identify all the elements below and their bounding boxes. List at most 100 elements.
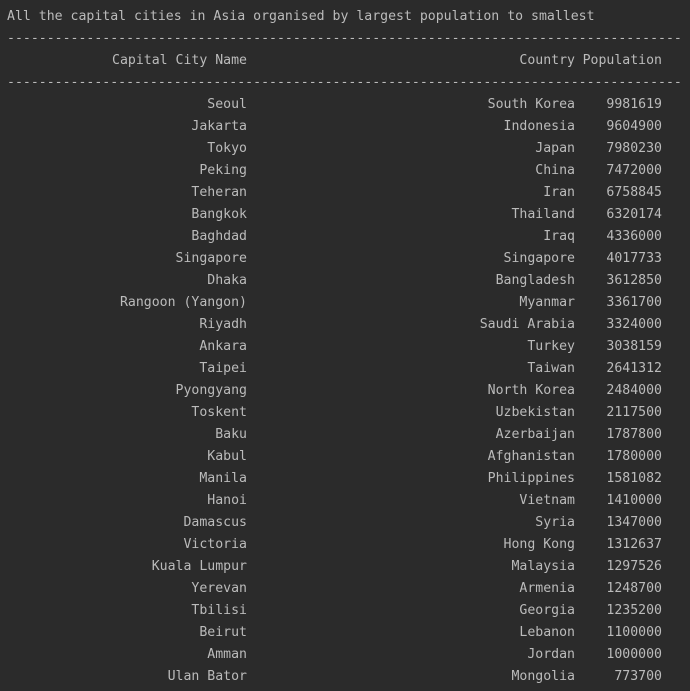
cell-population: 9604900 <box>606 119 662 134</box>
cell-city: Tbilisi <box>191 603 247 618</box>
header-city: Capital City Name <box>112 53 247 68</box>
cell-city: Ankara <box>199 339 247 354</box>
cell-country: Hong Kong <box>503 537 575 552</box>
cell-country: Bangladesh <box>495 273 575 288</box>
cell-city: Pyongyang <box>175 383 247 398</box>
cell-city: Baku <box>215 427 247 442</box>
cell-city: Singapore <box>175 251 247 266</box>
cell-city: Jakarta <box>191 119 247 134</box>
table-row: Amman Jordan 1000000 <box>0 644 690 666</box>
cell-country: Afghanistan <box>487 449 575 464</box>
cell-city: Victoria <box>183 537 247 552</box>
cell-country: Indonesia <box>503 119 575 134</box>
cell-population: 1787800 <box>606 427 662 442</box>
cell-population: 9981619 <box>606 97 662 112</box>
cell-city: Damascus <box>183 515 247 530</box>
cell-country: Taiwan <box>527 361 575 376</box>
cell-population: 2117500 <box>606 405 662 420</box>
cell-population: 3361700 <box>606 295 662 310</box>
cell-city: Seoul <box>207 97 247 112</box>
cell-country: Japan <box>535 141 575 156</box>
cell-city: Kabul <box>207 449 247 464</box>
cell-country: Iran <box>543 185 575 200</box>
cell-population: 1581082 <box>606 471 662 486</box>
cell-country: Philippines <box>487 471 575 486</box>
cell-city: Beirut <box>199 625 247 640</box>
divider-header: ----------------------------------------… <box>7 75 682 90</box>
cell-population: 6320174 <box>606 207 662 222</box>
cell-country: Saudi Arabia <box>479 317 575 332</box>
header-population: Population <box>582 53 662 68</box>
cell-country: Azerbaijan <box>495 427 575 442</box>
header-row: Capital City Name Country Population <box>0 50 690 72</box>
cell-population: 4336000 <box>606 229 662 244</box>
table-row: Tokyo Japan 7980230 <box>0 138 690 160</box>
cell-population: 1100000 <box>606 625 662 640</box>
cell-city: Amman <box>207 647 247 662</box>
cell-population: 7980230 <box>606 141 662 156</box>
table-row: Yerevan Armenia 1248700 <box>0 578 690 600</box>
cell-city: Bangkok <box>191 207 247 222</box>
table-row: Kabul Afghanistan 1780000 <box>0 446 690 468</box>
table-row: Tbilisi Georgia 1235200 <box>0 600 690 622</box>
table-row: Baghdad Iraq 4336000 <box>0 226 690 248</box>
table-row: Ulan Bator Mongolia 773700 <box>0 666 690 688</box>
cell-country: Malaysia <box>511 559 575 574</box>
cell-country: Turkey <box>527 339 575 354</box>
cell-population: 1297526 <box>606 559 662 574</box>
cell-population: 1000000 <box>606 647 662 662</box>
console-output[interactable]: All the capital cities in Asia organised… <box>0 0 690 691</box>
cell-country: Iraq <box>543 229 575 244</box>
cell-population: 1235200 <box>606 603 662 618</box>
table-row: Dhaka Bangladesh 3612850 <box>0 270 690 292</box>
cell-population: 1347000 <box>606 515 662 530</box>
cell-population: 7472000 <box>606 163 662 178</box>
table-row: Taipei Taiwan 2641312 <box>0 358 690 380</box>
output-title: All the capital cities in Asia organised… <box>7 9 595 24</box>
cell-population: 773700 <box>614 669 662 684</box>
table-row: Riyadh Saudi Arabia 3324000 <box>0 314 690 336</box>
table-row: Pyongyang North Korea 2484000 <box>0 380 690 402</box>
table-row: Victoria Hong Kong 1312637 <box>0 534 690 556</box>
cell-population: 4017733 <box>606 251 662 266</box>
cell-country: Syria <box>535 515 575 530</box>
table-row: Ankara Turkey 3038159 <box>0 336 690 358</box>
cell-country: Georgia <box>519 603 575 618</box>
table-row: Hanoi Vietnam 1410000 <box>0 490 690 512</box>
cell-country: China <box>535 163 575 178</box>
table-row: Baku Azerbaijan 1787800 <box>0 424 690 446</box>
cell-city: Peking <box>199 163 247 178</box>
table-row: Singapore Singapore 4017733 <box>0 248 690 270</box>
cell-country: Vietnam <box>519 493 575 508</box>
table-row: Rangoon (Yangon) Myanmar 3361700 <box>0 292 690 314</box>
table-row: Damascus Syria 1347000 <box>0 512 690 534</box>
cell-country: Thailand <box>511 207 575 222</box>
cell-city: Taipei <box>199 361 247 376</box>
cell-country: Lebanon <box>519 625 575 640</box>
table-row: Beirut Lebanon 1100000 <box>0 622 690 644</box>
cell-population: 1312637 <box>606 537 662 552</box>
cell-population: 3038159 <box>606 339 662 354</box>
cell-city: Teheran <box>191 185 247 200</box>
cell-country: South Korea <box>487 97 575 112</box>
table-row: Toskent Uzbekistan 2117500 <box>0 402 690 424</box>
cell-population: 3612850 <box>606 273 662 288</box>
cell-population: 1410000 <box>606 493 662 508</box>
cell-city: Dhaka <box>207 273 247 288</box>
cell-population: 2484000 <box>606 383 662 398</box>
cell-country: Singapore <box>503 251 575 266</box>
table-row: Seoul South Korea 9981619 <box>0 94 690 116</box>
cell-city: Yerevan <box>191 581 247 596</box>
cell-country: Jordan <box>527 647 575 662</box>
cell-city: Rangoon (Yangon) <box>119 295 247 310</box>
cell-population: 3324000 <box>606 317 662 332</box>
cell-country: North Korea <box>487 383 575 398</box>
cell-city: Ulan Bator <box>167 669 247 684</box>
table-row: Manila Philippines 1581082 <box>0 468 690 490</box>
cell-population: 1248700 <box>606 581 662 596</box>
cell-city: Kuala Lumpur <box>151 559 247 574</box>
table-row: Kuala Lumpur Malaysia 1297526 <box>0 556 690 578</box>
cell-country: Mongolia <box>511 669 575 684</box>
header-country: Country <box>519 53 575 68</box>
cell-country: Armenia <box>519 581 575 596</box>
